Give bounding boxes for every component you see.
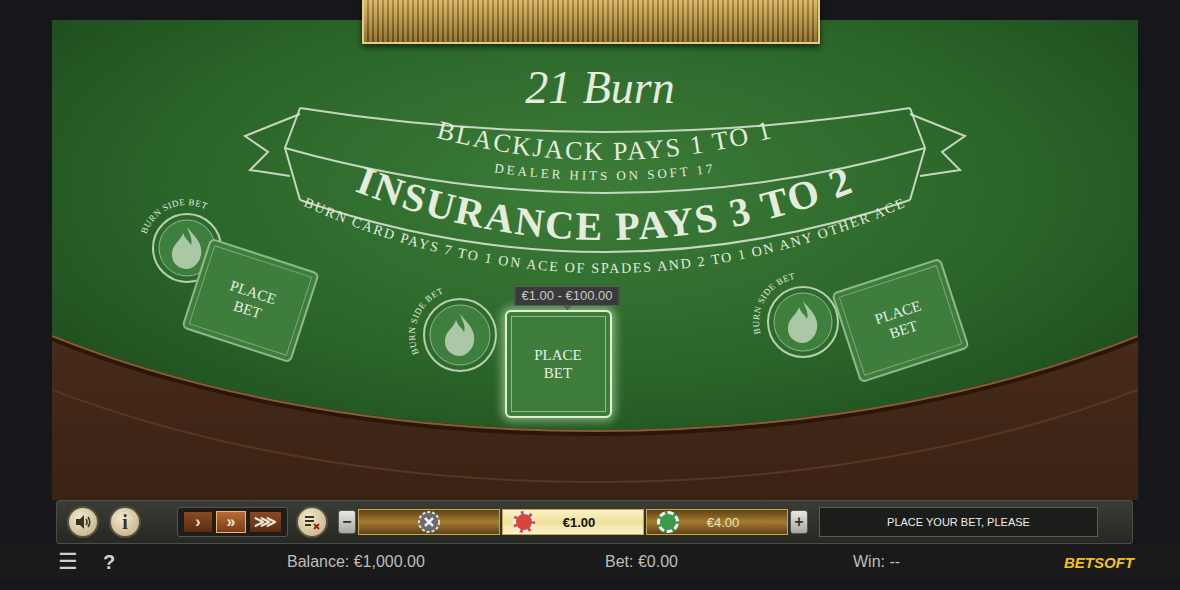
insurance-payout: INSURANCE PAYS 3 TO 2 bbox=[351, 157, 859, 249]
bet-spot[interactable]: PLACE BET bbox=[505, 310, 612, 418]
flame-icon bbox=[445, 314, 474, 356]
balance: Balance: €1,000.00 bbox=[287, 553, 467, 571]
win-amount: Win: -- bbox=[853, 553, 943, 571]
chip-remove-icon[interactable] bbox=[417, 510, 441, 534]
flame-icon bbox=[172, 227, 201, 269]
control-bar: i ›»⋙ − €1.00 €4.00+ PLACE YOUR BET, PLEASE bbox=[56, 500, 1133, 544]
bet-label: PLACE BET bbox=[861, 292, 939, 348]
chip-value: €4.00 bbox=[679, 515, 787, 530]
sound-button[interactable] bbox=[67, 506, 99, 538]
status-bar: ☰? Balance: €1,000.00 Bet: €0.00 Win: -- BET… bbox=[0, 544, 1180, 580]
side-bet-label: BURN SIDE BET bbox=[751, 271, 796, 335]
burn-side-bet[interactable] bbox=[424, 299, 496, 371]
side-bet-label: BURN SIDE BET bbox=[407, 286, 445, 357]
chip-value: €1.00 bbox=[535, 515, 643, 530]
info-button[interactable]: i bbox=[109, 506, 141, 538]
bet-label: PLACE BET bbox=[523, 346, 593, 382]
table-title: 21 Burn bbox=[525, 62, 675, 113]
chip-slot[interactable]: €4.00 bbox=[646, 509, 788, 535]
speed-button[interactable]: › bbox=[183, 511, 213, 533]
chip-prev-button[interactable]: − bbox=[338, 510, 356, 534]
side-bet-label: BURN SIDE BET bbox=[139, 197, 209, 235]
table-rail bbox=[52, 20, 1138, 500]
chip-icon bbox=[657, 511, 679, 533]
menu-button[interactable]: ☰ bbox=[58, 549, 82, 575]
chip-next-button[interactable]: + bbox=[790, 510, 808, 534]
blackjack-payout: BLACKJACK PAYS 1 TO 1 bbox=[434, 115, 776, 166]
betsoft-logo: BETSOFT bbox=[1064, 554, 1134, 571]
speed-button[interactable]: ⋙ bbox=[249, 511, 282, 533]
speed-selector: ›»⋙ bbox=[177, 507, 288, 537]
bet-limits-tooltip: €1.00 - €100.00 bbox=[514, 286, 619, 306]
bet-label: PLACE BET bbox=[211, 272, 289, 328]
card-shoe bbox=[362, 0, 820, 44]
chip-icon bbox=[513, 511, 535, 533]
burn-card-rule: BURN CARD PAYS 7 TO 1 ON ACE OF SPADES A… bbox=[302, 195, 908, 276]
clear-bets-button[interactable] bbox=[296, 506, 328, 538]
chip-slot[interactable]: €1.00 bbox=[502, 509, 644, 535]
clear-list-icon bbox=[303, 513, 321, 531]
bet-total: Bet: €0.00 bbox=[605, 553, 715, 571]
speaker-icon bbox=[74, 513, 92, 531]
chip-slot bbox=[358, 509, 500, 535]
message-box: PLACE YOUR BET, PLEASE bbox=[819, 507, 1098, 537]
dealer-rule: DEALER HITS ON SOFT 17 bbox=[494, 160, 717, 183]
speed-button[interactable]: » bbox=[216, 511, 246, 533]
blackjack-table: 21 BurnBLACKJACK PAYS 1 TO 1DEALER HITS … bbox=[52, 20, 1138, 500]
flame-icon bbox=[788, 301, 817, 343]
help-button[interactable]: ? bbox=[103, 551, 117, 574]
burn-side-bet[interactable] bbox=[768, 287, 838, 357]
